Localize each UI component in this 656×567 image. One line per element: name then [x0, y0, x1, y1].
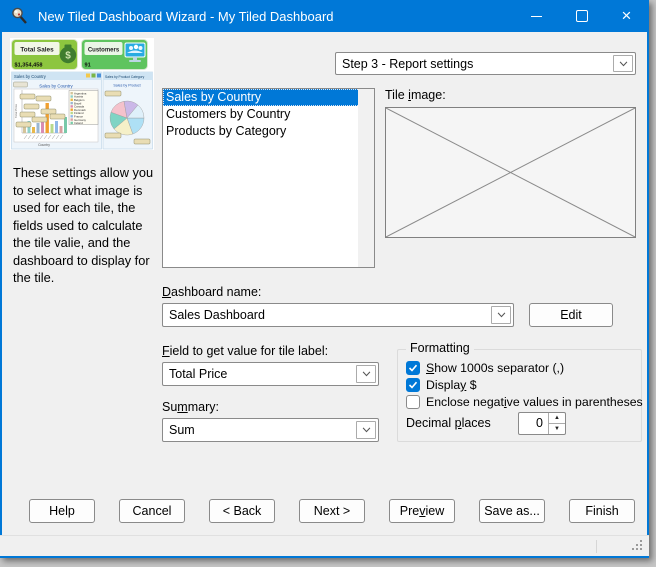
summary-label: Summary:	[162, 400, 219, 414]
listbox-scrollbar[interactable]	[358, 89, 374, 267]
svg-text:Sales by Product Category: Sales by Product Category	[105, 75, 145, 79]
preview-legend: Argentina Austria Belgium Brazil Canada …	[69, 91, 98, 126]
help-button[interactable]: Help	[29, 499, 95, 523]
svg-text:Sales by Country: Sales by Country	[39, 84, 73, 89]
close-icon: ×	[622, 6, 632, 26]
status-bar	[0, 535, 649, 556]
preview-pie-chart: Sales by Product Category Sales by Produ…	[103, 72, 153, 149]
svg-text:Sales by Country: Sales by Country	[14, 74, 47, 79]
maximize-icon	[576, 10, 588, 22]
maximize-button[interactable]	[559, 0, 604, 32]
svg-text:$: $	[65, 51, 71, 62]
decimal-places-label: Decimal places	[406, 416, 491, 430]
formatting-title: Formatting	[406, 341, 474, 355]
dashboard-name-combo[interactable]: Sales Dashboard	[162, 303, 514, 327]
display-dollar-checkbox[interactable]	[406, 378, 420, 392]
decimal-places-spinner[interactable]: 0 ▲ ▼	[518, 412, 566, 435]
preview-bar-chart: Sales by Country Sales by Country Total …	[12, 72, 102, 149]
report-listbox[interactable]: Sales by Country Customers by Country Pr…	[162, 88, 375, 268]
step-description: These settings allow you to select what …	[13, 164, 156, 287]
empty-image-x-icon	[386, 108, 635, 237]
dashboard-preview-image: Total Sales $ $1,354,458 Customers 9	[10, 38, 154, 150]
window-controls: ×	[514, 0, 649, 32]
list-item-products-by-category[interactable]: Products by Category	[163, 123, 374, 140]
wizard-magnifier-icon	[11, 7, 29, 25]
step-selector-combo[interactable]: Step 3 - Report settings	[335, 52, 636, 75]
show-1000s-separator-checkbox[interactable]	[406, 361, 420, 375]
window-title: New Tiled Dashboard Wizard - My Tiled Da…	[38, 9, 514, 24]
show-1000s-separator-label: Show 1000s separator (,)	[426, 361, 564, 375]
check-icon	[408, 380, 418, 390]
enclose-negative-checkbox[interactable]	[406, 395, 420, 409]
minimize-button[interactable]	[514, 0, 559, 32]
svg-text:Customers: Customers	[88, 48, 120, 54]
list-item-sales-by-country[interactable]: Sales by Country	[163, 89, 374, 106]
enclose-negative-label: Enclose negative values in parentheses	[426, 395, 643, 409]
titlebar: New Tiled Dashboard Wizard - My Tiled Da…	[0, 0, 649, 32]
next-button[interactable]: Next >	[299, 499, 365, 523]
status-bar-divider	[596, 540, 597, 553]
cancel-button[interactable]: Cancel	[119, 499, 185, 523]
step-selector-value: Step 3 - Report settings	[342, 57, 611, 71]
svg-text:Ireland: Ireland	[74, 121, 83, 125]
list-item-customers-by-country[interactable]: Customers by Country	[163, 106, 374, 123]
chevron-down-icon	[497, 312, 506, 318]
svg-text:91: 91	[85, 63, 91, 69]
chevron-down-icon	[362, 371, 371, 377]
save-as-button[interactable]: Save as...	[479, 499, 545, 523]
check-icon	[408, 363, 418, 373]
preview-tile-customers: Customers 91	[82, 40, 148, 70]
dashboard-name-value: Sales Dashboard	[169, 308, 489, 322]
summary-combo-dropdown-button[interactable]	[356, 421, 376, 439]
show-1000s-separator-row[interactable]: Show 1000s separator (,)	[406, 360, 564, 376]
step-selector-dropdown-button[interactable]	[613, 55, 633, 72]
dashboard-name-dropdown-button[interactable]	[491, 306, 511, 324]
field-combo-dropdown-button[interactable]	[356, 365, 376, 383]
tile-image-label: Tile image:	[385, 88, 446, 102]
preview-tile-total-sales: Total Sales $ $1,354,458	[12, 40, 78, 70]
spin-down-button[interactable]: ▼	[549, 424, 565, 434]
edit-button[interactable]: Edit	[529, 303, 613, 327]
decimal-places-value[interactable]: 0	[519, 413, 548, 434]
dashboard-name-label: Dashboard name:	[162, 285, 261, 299]
finish-button[interactable]: Finish	[569, 499, 635, 523]
minimize-icon	[531, 16, 542, 17]
back-button[interactable]: < Back	[209, 499, 275, 523]
field-combo[interactable]: Total Price	[162, 362, 379, 386]
svg-text:Total Sales: Total Sales	[20, 47, 54, 54]
enclose-negative-row[interactable]: Enclose negative values in parentheses	[406, 394, 643, 410]
wizard-dialog: New Tiled Dashboard Wizard - My Tiled Da…	[0, 0, 649, 558]
display-dollar-label: Display $	[426, 378, 477, 392]
chevron-down-icon	[362, 427, 371, 433]
svg-text:Sales by Product: Sales by Product	[113, 84, 140, 88]
spin-up-button[interactable]: ▲	[549, 413, 565, 424]
field-label: Field to get value for tile label:	[162, 344, 328, 358]
preview-button[interactable]: Preview	[389, 499, 455, 523]
close-button[interactable]: ×	[604, 0, 649, 32]
display-dollar-row[interactable]: Display $	[406, 377, 477, 393]
svg-text:Country: Country	[38, 143, 50, 147]
svg-text:Total Price: Total Price	[14, 104, 18, 118]
summary-combo-value: Sum	[169, 423, 354, 437]
resize-grip[interactable]	[640, 548, 642, 550]
formatting-groupbox: Formatting Show 1000s separator (,) Disp…	[397, 349, 642, 442]
tile-image-placeholder	[385, 107, 636, 238]
field-combo-value: Total Price	[169, 367, 354, 381]
svg-text:$1,354,458: $1,354,458	[15, 63, 43, 69]
chevron-down-icon	[619, 61, 628, 67]
summary-combo[interactable]: Sum	[162, 418, 379, 442]
